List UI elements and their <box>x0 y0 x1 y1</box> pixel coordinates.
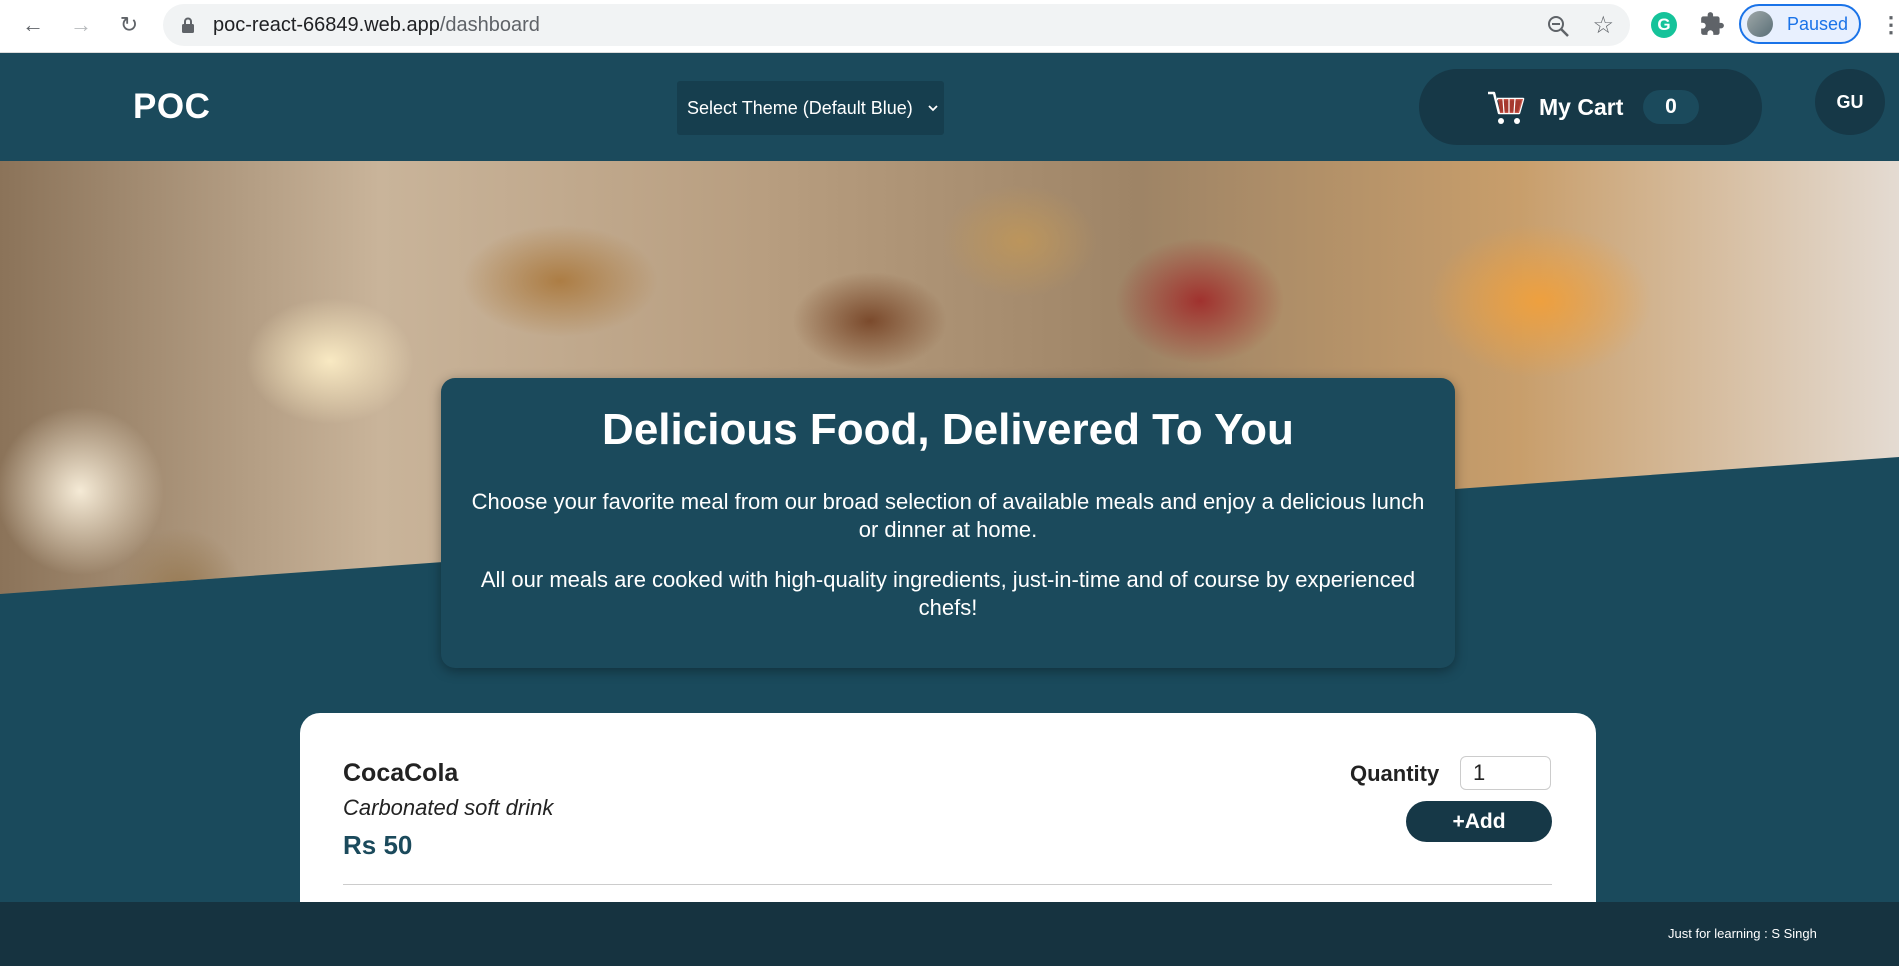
user-avatar[interactable]: GU <box>1815 69 1885 135</box>
extensions-icon[interactable] <box>1699 11 1725 37</box>
theme-select[interactable]: Select Theme (Default Blue) <box>677 81 944 135</box>
footer: Just for learning : S Singh <box>0 902 1899 966</box>
grammarly-icon[interactable]: G <box>1651 12 1677 38</box>
meal-item: CocaCola Carbonated soft drink Rs 50 Qua… <box>343 713 1552 885</box>
back-icon[interactable]: ← <box>18 10 48 40</box>
lock-icon <box>182 17 194 33</box>
profile-button[interactable]: Paused <box>1739 4 1861 44</box>
add-to-cart-button[interactable]: +Add <box>1406 801 1552 842</box>
theme-select-label: Select Theme (Default Blue) <box>687 97 913 118</box>
browser-toolbar: ← → ↻ poc-react-66849.web.app/dashboard … <box>0 0 1899 53</box>
app-logo[interactable]: POC <box>133 87 210 127</box>
intro-title: Delicious Food, Delivered To You <box>602 405 1294 454</box>
meals-list: CocaCola Carbonated soft drink Rs 50 Qua… <box>300 713 1596 913</box>
quantity-input[interactable] <box>1460 756 1551 790</box>
menu-icon[interactable]: ⋮ <box>1880 10 1899 40</box>
zoom-icon[interactable] <box>1546 14 1570 38</box>
intro-paragraph: All our meals are cooked with high-quali… <box>480 567 1416 620</box>
url-path: /dashboard <box>439 14 540 36</box>
quantity-label: Quantity <box>1350 761 1440 786</box>
meal-description: Carbonated soft drink <box>343 795 554 820</box>
reload-icon[interactable]: ↻ <box>114 10 144 40</box>
chevron-down-icon <box>928 105 938 112</box>
star-icon[interactable]: ☆ <box>1592 11 1614 40</box>
forward-icon[interactable]: → <box>66 10 96 40</box>
cart-count-badge: 0 <box>1643 90 1699 124</box>
url-host: poc-react-66849.web.app <box>213 14 440 36</box>
cart-icon <box>1488 91 1525 124</box>
url-text: poc-react-66849.web.app/dashboard <box>213 4 540 46</box>
profile-avatar <box>1747 11 1773 37</box>
cart-label: My Cart <box>1539 94 1624 120</box>
footer-text: Just for learning : S Singh <box>1668 926 1817 941</box>
meal-name: CocaCola <box>343 759 459 787</box>
app-header: POC Select Theme (Default Blue) My Cart … <box>0 53 1899 161</box>
address-bar[interactable]: poc-react-66849.web.app/dashboard ☆ <box>163 4 1630 46</box>
meal-price: Rs 50 <box>343 830 413 860</box>
intro-card: Delicious Food, Delivered To You Choose … <box>441 378 1455 668</box>
profile-status: Paused <box>1787 14 1849 34</box>
intro-paragraph: Choose your favorite meal from our broad… <box>471 489 1425 542</box>
cart-button[interactable]: My Cart 0 <box>1419 69 1762 145</box>
